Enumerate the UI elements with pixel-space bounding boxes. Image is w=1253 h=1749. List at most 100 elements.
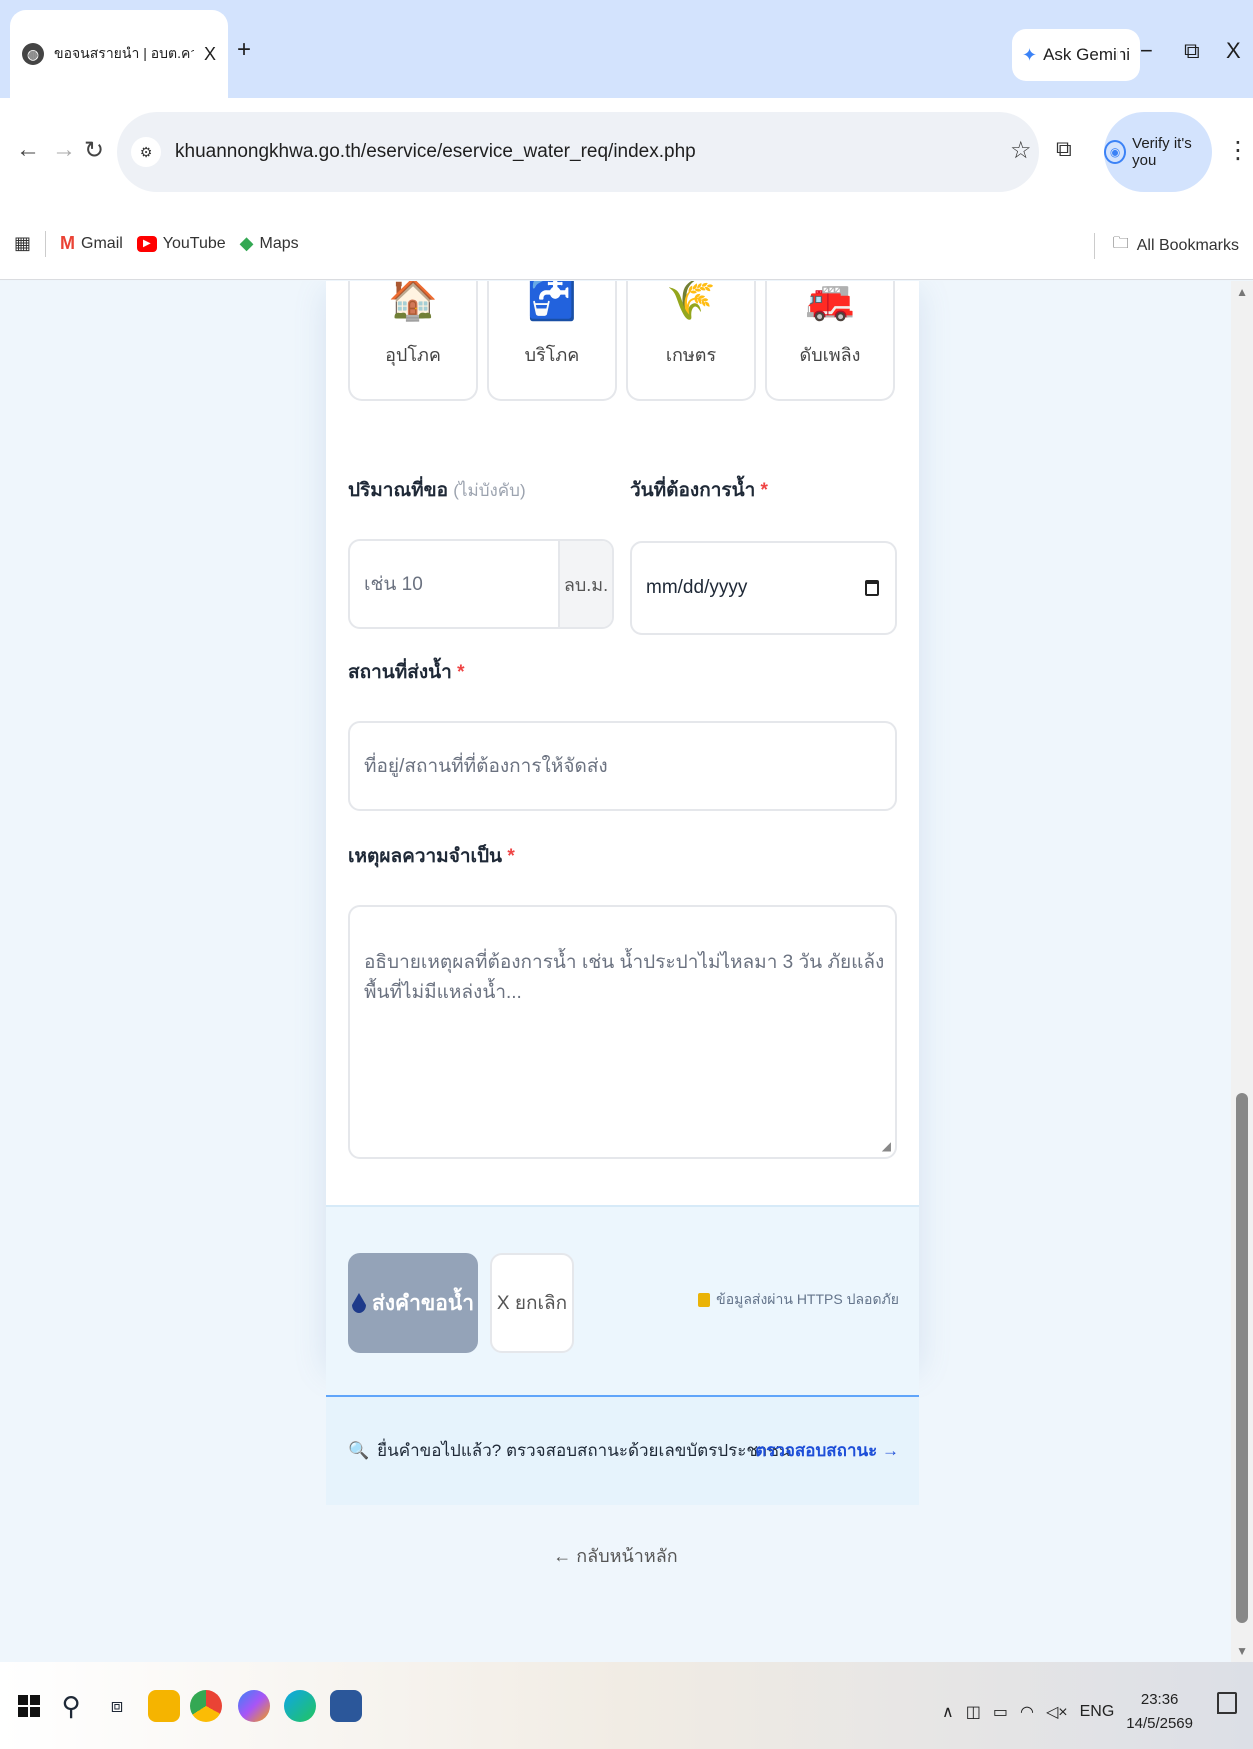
date-label: วันที่ต้องการน้ำ *	[630, 475, 768, 505]
secure-note-text: ข้อมูลส่งผ่าน HTTPS ปลอดภัย	[716, 1291, 899, 1307]
place-label: สถานที่ส่งน้ำ *	[348, 657, 465, 687]
language-indicator[interactable]: ENG	[1080, 1703, 1115, 1721]
battery-icon[interactable]: ▭	[993, 1702, 1008, 1722]
usage-type-options: 🏠 อุปโภค 🚰 บริโภค 🌾 เกษตร 🚒 ดับเพลิง	[348, 281, 895, 401]
bookmark-maps[interactable]: ◆ Maps	[240, 233, 299, 254]
all-bookmarks-label: All Bookmarks	[1136, 236, 1239, 254]
bookmark-gmail[interactable]: M Gmail	[60, 233, 123, 254]
ask-gemini-button[interactable]: ✦ Ask Gemini	[1012, 29, 1141, 81]
form-actions: ส่งคำขอน้ำ X ยกเลิก ข้อมูลส่งผ่าน HTTPS …	[326, 1205, 919, 1395]
place-placeholder: ที่อยู่/สถานที่ที่ต้องการให้จัดส่ง	[364, 756, 608, 777]
word-icon[interactable]	[330, 1686, 362, 1726]
reload-icon[interactable]: ↻	[84, 136, 104, 165]
task-view-icon[interactable]: ⧈	[104, 1686, 130, 1726]
quantity-label: ปริมาณที่ขอ (ไม่บังคับ)	[348, 475, 526, 505]
usage-type-agriculture[interactable]: 🌾 เกษตร	[626, 281, 756, 401]
submit-request-button[interactable]: ส่งคำขอน้ำ	[348, 1253, 478, 1353]
folder-icon: 🗀	[1112, 235, 1129, 252]
start-button[interactable]	[14, 1686, 44, 1726]
forward-arrow-icon[interactable]: →	[52, 136, 76, 164]
browser-tab[interactable]: ◍ ขอจนสรายนำ | อบต.ควนหนองคว้า X	[10, 10, 228, 98]
resize-handle-icon[interactable]: ◢	[882, 1139, 891, 1153]
usage-type-label: ดับเพลิง	[799, 345, 861, 365]
usage-type-label: บริโภค	[524, 345, 580, 365]
chrome-icon[interactable]	[190, 1686, 222, 1726]
status-question-text: ยื่นคำขอไปแล้ว? ตรวจสอบสถานะด้วยเลขบัตรป…	[377, 1441, 791, 1460]
bookmark-star-icon[interactable]: ☆	[1010, 136, 1032, 165]
address-bar[interactable]: ⚙ khuannongkhwa.go.th/eservice/eservice_…	[117, 112, 1039, 192]
tab-close-button[interactable]: X	[204, 44, 216, 65]
clock-date: 14/5/2569	[1126, 1715, 1193, 1732]
ask-gemini-label: Ask Gemini	[1043, 45, 1131, 64]
secure-note: ข้อมูลส่งผ่าน HTTPS ปลอดภัย	[698, 1289, 899, 1311]
water-drop-icon	[351, 1293, 366, 1313]
scrollbar-thumb[interactable]	[1236, 1093, 1248, 1623]
date-label-text: วันที่ต้องการน้ำ	[630, 480, 756, 501]
place-input[interactable]: ที่อยู่/สถานที่ที่ต้องการให้จัดส่ง	[348, 721, 897, 811]
reason-textarea[interactable]: อธิบายเหตุผลที่ต้องการน้ำ เช่น น้ำประปาไ…	[348, 905, 897, 1159]
menu-kebab-icon[interactable]: ⋮	[1226, 136, 1250, 165]
camera-icon[interactable]: ◫	[966, 1702, 981, 1722]
bookmark-youtube[interactable]: ▶ YouTube	[136, 235, 226, 253]
reason-label: เหตุผลความจำเป็น *	[348, 841, 515, 871]
bookmark-label: Gmail	[81, 234, 123, 252]
cancel-button[interactable]: X ยกเลิก	[490, 1253, 574, 1353]
page-scrollbar[interactable]: ▲ ▼	[1231, 281, 1253, 1662]
usage-type-utility[interactable]: 🏠 อุปโภค	[348, 281, 478, 401]
lens-icon[interactable]: ⧉	[1056, 136, 1072, 162]
clock-time: 23:36	[1140, 1691, 1179, 1708]
date-placeholder: mm/dd/yyyy	[646, 577, 748, 598]
place-label-text: สถานที่ส่งน้ำ	[348, 662, 452, 683]
back-arrow-icon[interactable]: ←	[16, 136, 40, 164]
submit-label: ส่งคำขอน้ำ	[371, 1291, 475, 1315]
usage-type-label: เกษตร	[665, 345, 717, 365]
bookmark-label: Maps	[259, 234, 299, 252]
site-info-icon[interactable]: ⚙	[131, 137, 161, 167]
search-icon: 🔍	[348, 1440, 370, 1460]
scroll-up-arrow-icon[interactable]: ▲	[1236, 285, 1248, 299]
windows-taskbar: ⚲ ⧈ ∧ ◫ ▭ ◠ ◁× ENG 23:36 14/5/2569	[0, 1662, 1253, 1749]
water-request-form: 🏠 อุปโภค 🚰 บริโภค 🌾 เกษตร 🚒 ดับเพลิง ปริ…	[326, 281, 919, 1361]
water-tap-icon: 🚰	[527, 281, 577, 323]
file-explorer-icon[interactable]	[148, 1686, 180, 1726]
date-input[interactable]: mm/dd/yyyy	[630, 541, 897, 635]
edge-icon[interactable]	[284, 1686, 316, 1726]
verify-label: Verify it's you	[1132, 135, 1192, 169]
minimize-button[interactable]: −	[1140, 38, 1153, 64]
divider	[1118, 34, 1120, 74]
page-viewport: 🏠 อุปโภค 🚰 บริโภค 🌾 เกษตร 🚒 ดับเพลิง ปริ…	[0, 281, 1253, 1662]
reason-placeholder: อธิบายเหตุผลที่ต้องการน้ำ เช่น น้ำประปาไ…	[364, 952, 885, 1003]
notification-icon[interactable]	[1217, 1692, 1237, 1714]
status-question: 🔍 ยื่นคำขอไปแล้ว? ตรวจสอบสถานะด้วยเลขบัต…	[348, 1437, 791, 1464]
apps-grid-icon[interactable]: ▦	[14, 233, 31, 254]
optional-note: (ไม่บังคับ)	[453, 481, 526, 500]
verify-profile-button[interactable]: ◉ Verify it's you	[1104, 112, 1212, 192]
profile-icon: ◉	[1104, 140, 1127, 164]
wifi-icon[interactable]: ◠	[1020, 1702, 1034, 1722]
clock[interactable]: 23:36 14/5/2569	[1126, 1688, 1193, 1736]
calendar-icon[interactable]	[865, 580, 879, 596]
scroll-down-arrow-icon[interactable]: ▼	[1236, 1644, 1248, 1658]
close-window-button[interactable]: X	[1226, 38, 1241, 64]
search-icon[interactable]: ⚲	[56, 1686, 86, 1726]
usage-type-label: อุปโภค	[385, 345, 441, 365]
speaker-muted-icon[interactable]: ◁×	[1046, 1702, 1068, 1722]
copilot-icon[interactable]	[238, 1686, 270, 1726]
all-bookmarks-button[interactable]: 🗀 All Bookmarks	[1093, 232, 1239, 259]
tab-bar: ◍ ขอจนสรายนำ | อบต.ควนหนองคว้า X + ✦ Ask…	[0, 0, 1253, 98]
restore-button[interactable]: ⧉	[1184, 38, 1200, 64]
quantity-input[interactable]: เช่น 10 ลบ.ม.	[348, 539, 614, 629]
required-mark: *	[457, 662, 465, 683]
usage-type-drinking[interactable]: 🚰 บริโภค	[487, 281, 617, 401]
maps-icon: ◆	[239, 233, 254, 253]
quantity-placeholder: เช่น 10	[364, 574, 423, 595]
chevron-up-icon[interactable]: ∧	[942, 1702, 954, 1722]
status-check-strip: 🔍 ยื่นคำขอไปแล้ว? ตรวจสอบสถานะด้วยเลขบัต…	[326, 1395, 919, 1505]
divider	[1093, 232, 1095, 259]
back-home-link[interactable]: ← กลับหน้าหลัก	[0, 1541, 1231, 1570]
check-status-link[interactable]: ตรวจสอบสถานะ →	[755, 1437, 899, 1464]
reason-label-text: เหตุผลความจำเป็น	[348, 846, 503, 867]
rice-plant-icon: 🌾	[666, 281, 716, 323]
new-tab-button[interactable]: +	[237, 36, 251, 64]
usage-type-firefighting[interactable]: 🚒 ดับเพลิง	[765, 281, 895, 401]
